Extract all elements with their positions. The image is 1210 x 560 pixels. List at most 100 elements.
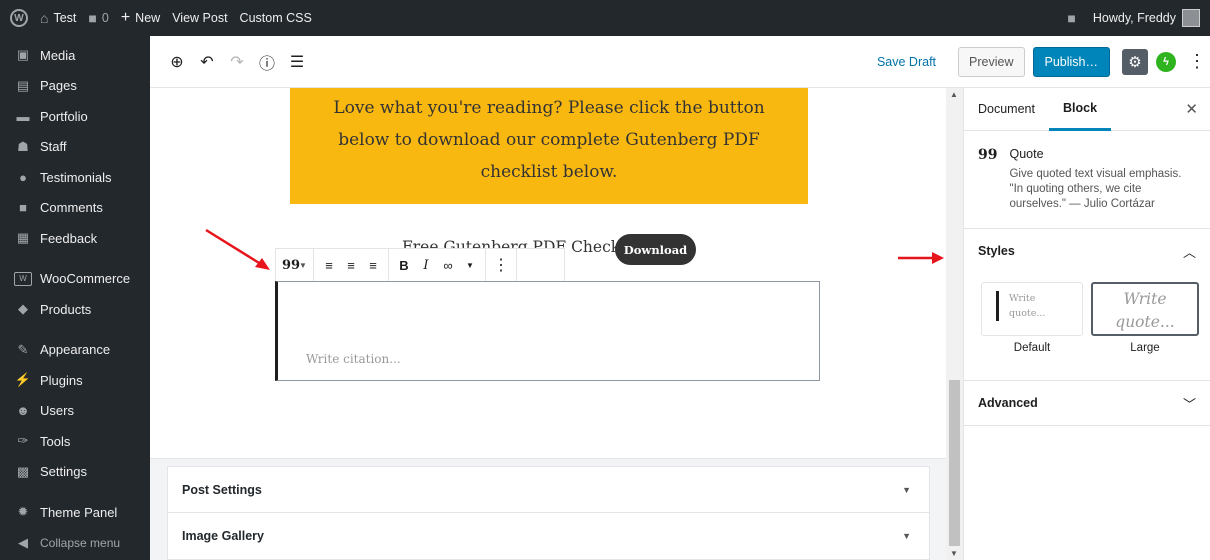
align-center-icon: ≡ [347,257,355,273]
tab-block[interactable]: Block [1048,88,1112,131]
feedback-icon: ▦ [16,230,30,246]
jetpack-button[interactable]: ϟ [1156,51,1176,72]
annotation-arrow-icon [898,252,944,264]
sidebar-item-testimonials[interactable]: ● Testimonials [0,162,150,193]
custom-css-link[interactable]: Custom CSS [234,0,318,36]
site-name: Test [53,11,77,25]
download-button[interactable]: Download [615,234,696,265]
sidebar-item-label: Theme Panel [40,504,118,520]
block-navigation-button[interactable]: ☰ [284,49,310,75]
sidebar-item-tools[interactable]: ✑ Tools [0,426,150,457]
more-formatting-button[interactable]: ▼ [459,252,481,278]
comments-link[interactable]: ■ 0 [82,0,114,36]
save-draft-button[interactable]: Save Draft [877,55,936,69]
sidebar-item-settings[interactable]: ▩ Settings [0,457,150,488]
sidebar-item-staff[interactable]: ☗ Staff [0,132,150,163]
my-account-link[interactable]: Howdy, Freddy [1087,0,1210,36]
users-icon: ☻ [16,403,30,419]
sidebar-item-users[interactable]: ☻ Users [0,396,150,427]
portfolio-icon: ▬ [16,108,30,124]
sidebar-item-plugins[interactable]: ⚡ Plugins [0,365,150,396]
sidebar-item-portfolio[interactable]: ▬ Portfolio [0,101,150,132]
cta-text: Love what you're reading? Please click t… [333,98,765,182]
chevron-down-icon: ▼ [902,485,911,495]
close-icon[interactable]: ✕ [1185,100,1198,118]
sidebar-item-label: Media [40,47,76,63]
style-preview-default: Write quote... [981,282,1083,336]
scroll-up-icon[interactable]: ▲ [950,90,958,99]
notifications-button[interactable]: ■ [1061,0,1086,36]
view-post-link[interactable]: View Post [166,0,233,36]
more-vertical-icon: ⋮ [493,257,509,274]
appearance-icon: ✎ [17,341,29,357]
sidebar-item-theme-panel[interactable]: ✹ Theme Panel [0,497,150,528]
pages-icon: ▤ [16,77,30,93]
scrollbar-thumb[interactable] [949,380,960,546]
style-preview-text: Write quote... [996,291,1048,321]
block-title: Quote [1009,147,1044,161]
block-more-options-button[interactable]: ⋮ [490,252,512,278]
new-content-link[interactable]: + New [115,0,166,36]
sidebar-item-label: Products [40,301,92,317]
sidebar-item-woocommerce[interactable]: W WooCommerce [0,264,150,295]
scroll-down-icon[interactable]: ▼ [950,549,958,558]
sidebar-item-label: Appearance [40,342,111,358]
site-name-link[interactable]: ⌂ Test [34,0,82,36]
preview-button[interactable]: Preview [958,46,1025,77]
align-right-icon: ≡ [369,257,377,273]
settings-icon: ▩ [16,463,30,479]
quote-block[interactable]: Write citation... [275,281,820,381]
sidebar-item-label: Feedback [40,230,98,246]
greeting: Howdy, Freddy [1092,11,1176,25]
image-gallery-panel[interactable]: Image Gallery ▼ [167,512,930,560]
sidebar-item-media[interactable]: ▣ Media [0,40,150,71]
styles-panel-toggle[interactable]: Styles ︿ [964,229,1210,273]
woocommerce-icon: W [14,271,32,286]
align-left-button[interactable]: ≡ [318,252,340,278]
style-option-large[interactable]: Write quote... Large [1091,282,1199,354]
sidebar-item-feedback[interactable]: ▦ Feedback [0,223,150,254]
redo-button[interactable]: ↷ [224,49,250,75]
advanced-heading: Advanced [978,396,1038,410]
tab-document[interactable]: Document [964,88,1049,131]
image-gallery-title: Image Gallery [182,529,264,543]
collapse-menu-label: Collapse menu [40,535,121,550]
more-options-button[interactable]: ⋮ [1188,51,1206,72]
undo-button[interactable]: ↶ [194,49,220,75]
align-right-button[interactable]: ≡ [362,252,384,278]
publish-button[interactable]: Publish… [1032,46,1110,77]
post-settings-title: Post Settings [182,483,262,497]
styles-panel: Styles ︿ Write quote... Default Write qu… [964,229,1210,381]
avatar [1182,9,1200,27]
link-button[interactable]: ∞ [437,252,459,278]
bold-button[interactable]: B [393,252,415,278]
collapse-menu-button[interactable]: ◀ Collapse menu [0,528,150,559]
sidebar-item-label: Pages [40,78,77,94]
sidebar-item-label: Testimonials [40,169,112,185]
block-inspector-sidebar: Document Block ✕ 99 Quote Give quoted te… [963,88,1210,560]
post-settings-panel[interactable]: Post Settings ▼ [167,466,930,514]
content-info-button[interactable]: ⓘ [254,49,280,75]
wordpress-logo-button[interactable]: W [0,0,34,36]
products-icon: ◆ [18,301,28,317]
annotation-arrow-icon [205,228,270,270]
advanced-panel-toggle[interactable]: Advanced ﹀ [964,381,1210,425]
meta-boxes-area: Post Settings ▼ Image Gallery ▼ [150,458,946,560]
add-block-button[interactable]: ⊕ [164,49,190,75]
style-preview-large: Write quote... [1091,282,1199,336]
settings-toggle-button[interactable]: ⚙ [1122,48,1148,75]
editor-header: ⊕ ↶ ↷ ⓘ ☰ Save Draft Preview Publish… ⚙ … [150,36,1210,88]
sidebar-item-comments[interactable]: ■ Comments [0,193,150,224]
style-option-default[interactable]: Write quote... Default [981,282,1083,354]
cta-paragraph-block[interactable]: Love what you're reading? Please click t… [290,88,808,204]
citation-placeholder[interactable]: Write citation... [306,352,401,366]
chevron-up-icon: ︿ [1182,244,1196,260]
italic-button[interactable]: I [415,252,437,278]
sidebar-item-products[interactable]: ◆ Products [0,294,150,325]
editor-scrollbar[interactable]: ▲ ▼ [946,88,963,560]
sidebar-item-pages[interactable]: ▤ Pages [0,71,150,102]
home-icon: ⌂ [40,10,49,26]
align-center-button[interactable]: ≡ [340,252,362,278]
sidebar-item-appearance[interactable]: ✎ Appearance [0,335,150,366]
tools-icon: ✑ [17,433,29,449]
